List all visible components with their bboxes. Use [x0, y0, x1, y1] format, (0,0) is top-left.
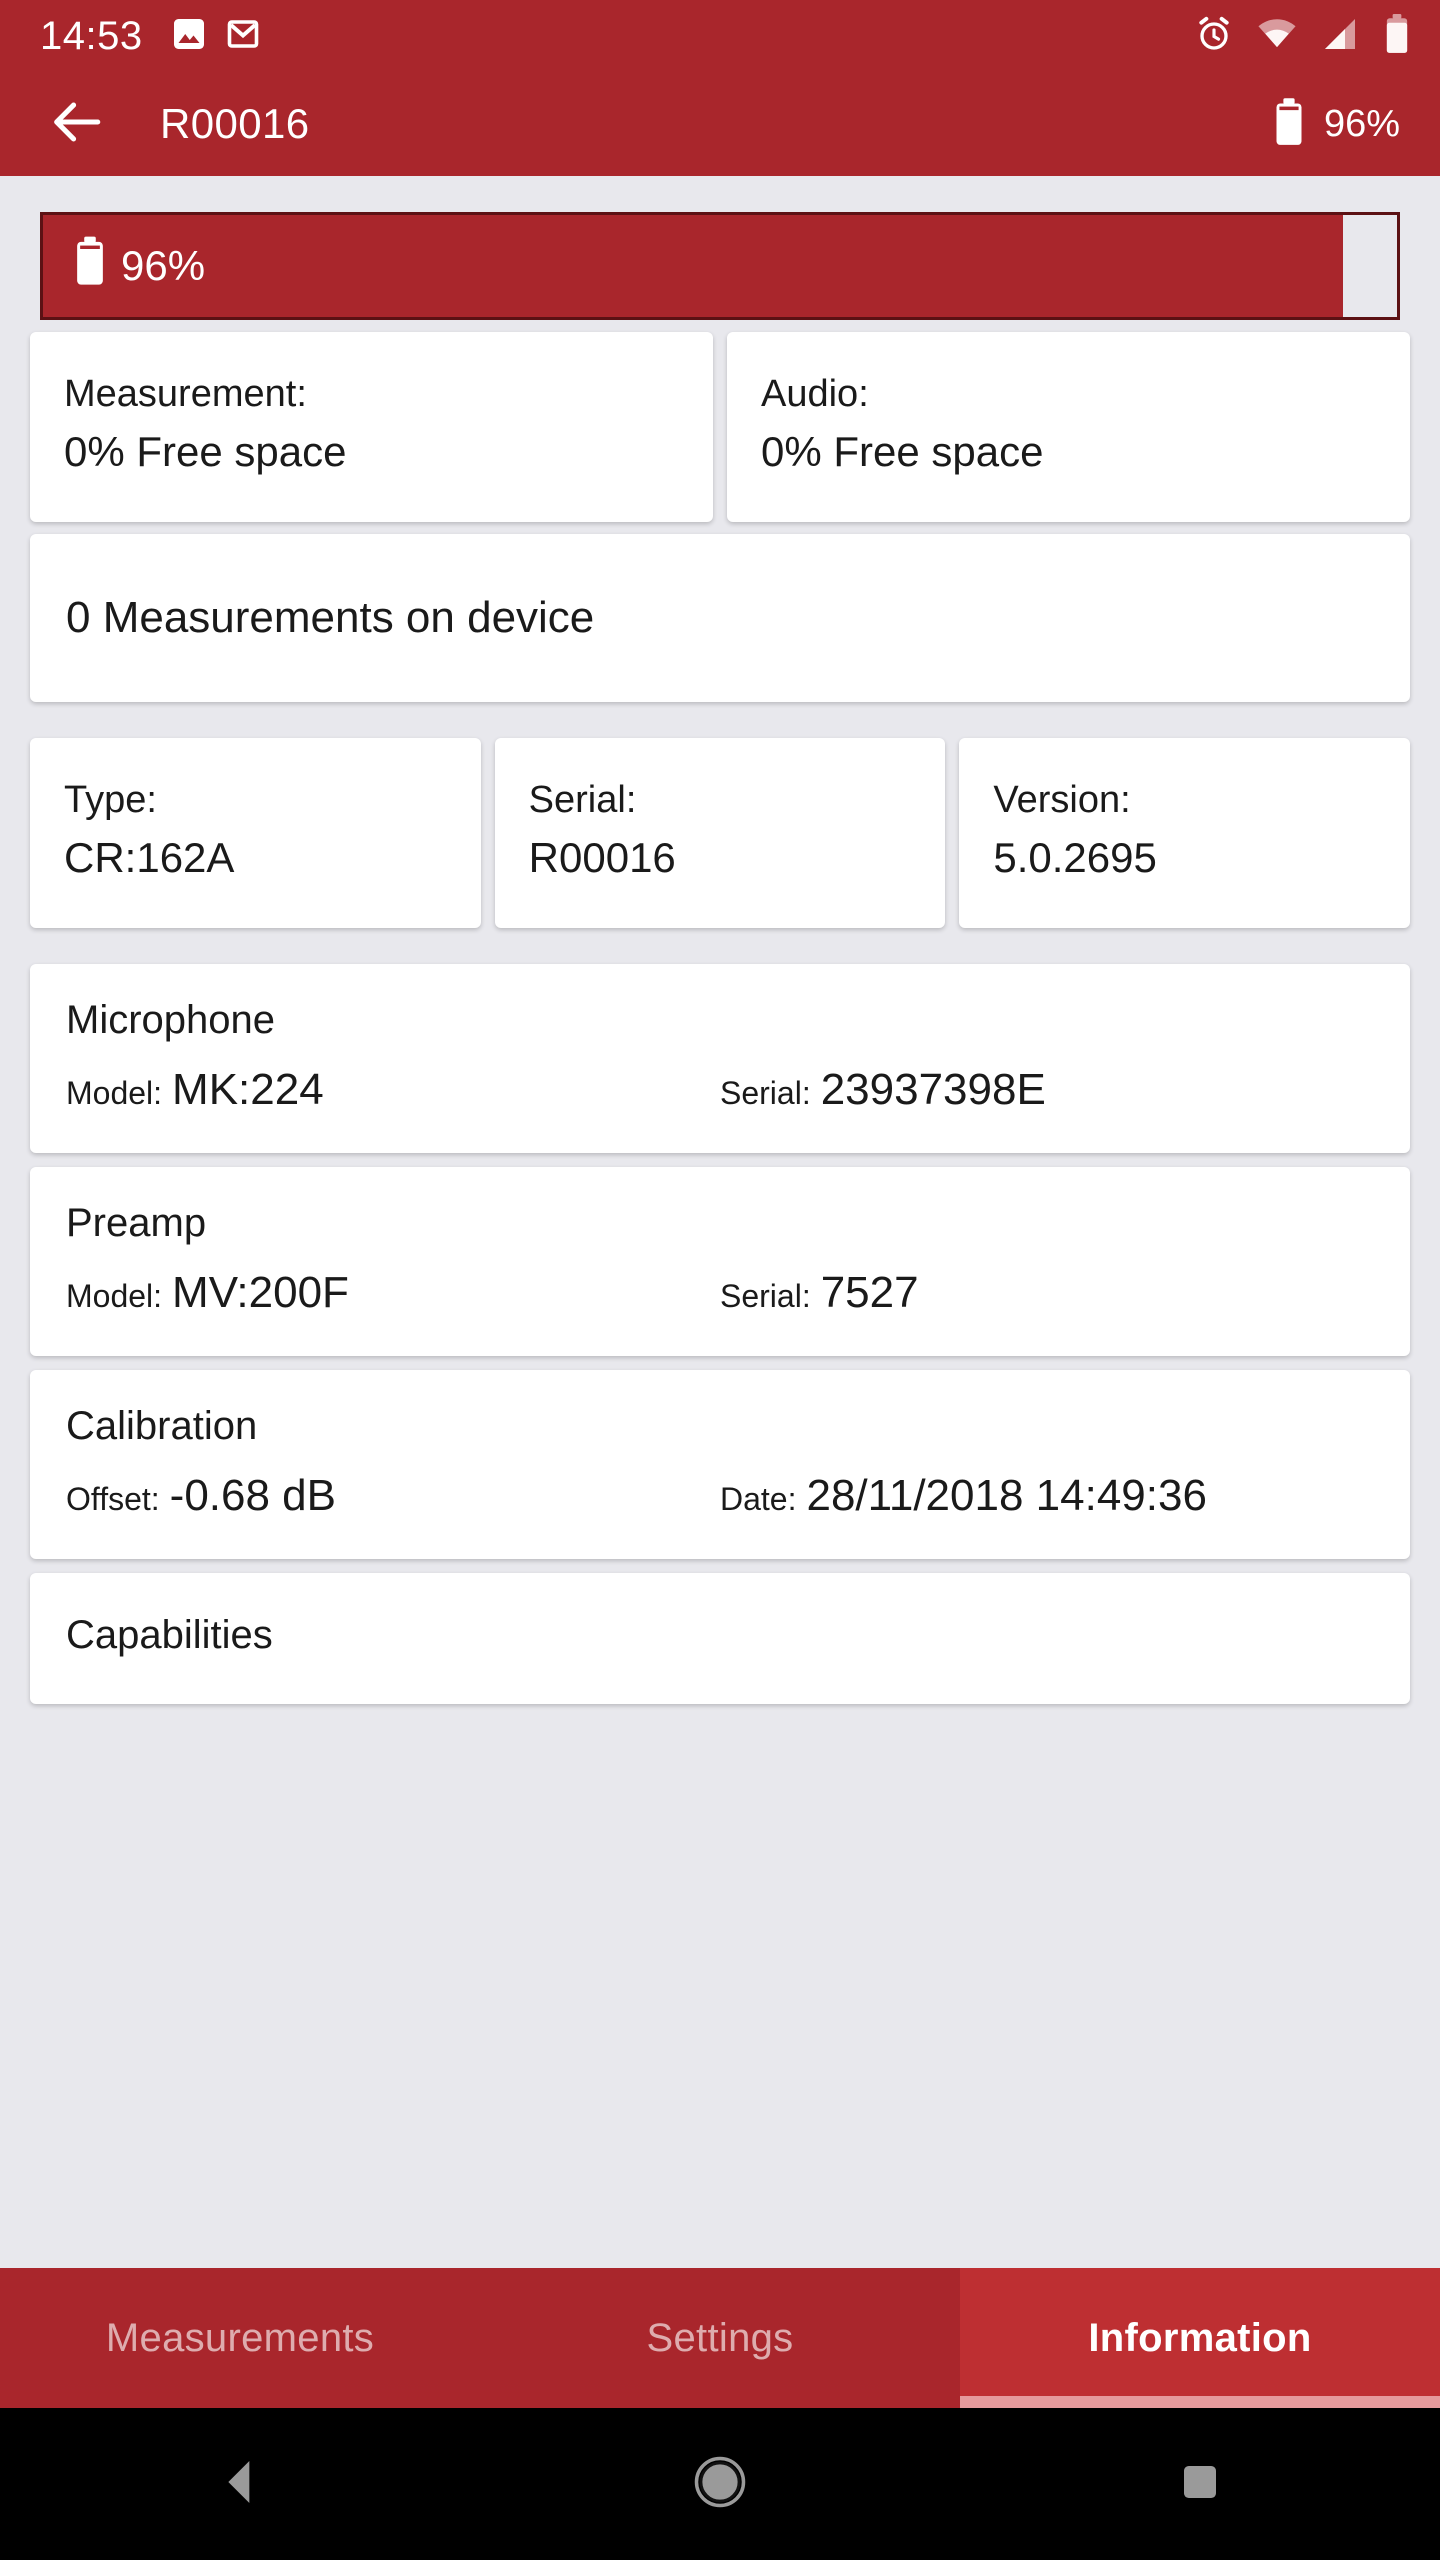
battery-percent-text: 96%	[121, 242, 206, 289]
device-serial-value: R00016	[528, 834, 676, 882]
calibration-offset-label: Offset:	[66, 1481, 160, 1517]
microphone-model-value: MK:224	[172, 1065, 324, 1114]
device-serial-card[interactable]: Serial: R00016	[494, 738, 946, 928]
content-scroll-area[interactable]: 96% Measurement: 0% Free space Audio: 0%…	[0, 176, 1440, 2268]
preamp-model-field: Model: MV:200F	[66, 1268, 720, 1318]
status-system-icons	[1194, 13, 1412, 60]
preamp-fields: Model: MV:200F Serial: 7527	[66, 1268, 1374, 1318]
back-button[interactable]	[44, 92, 108, 156]
measurements-on-device-card[interactable]: 0 Measurements on device	[30, 534, 1410, 702]
battery-icon	[1272, 97, 1306, 152]
device-type-value: CR:162A	[64, 834, 235, 882]
calibration-date-field: Date: 28/11/2018 14:49:36	[720, 1471, 1374, 1521]
status-clock: 14:53	[40, 14, 143, 58]
nav-recents-button[interactable]	[1125, 2409, 1275, 2559]
calibration-offset-field: Offset: -0.68 dB	[66, 1471, 720, 1521]
android-navigation-bar	[0, 2408, 1440, 2560]
measurement-storage-card[interactable]: Measurement: 0% Free space	[30, 332, 713, 522]
nav-home-icon	[690, 2452, 750, 2517]
back-arrow-icon	[47, 93, 105, 156]
preamp-model-label: Model:	[66, 1278, 163, 1314]
section-spacer-2	[22, 938, 1418, 964]
status-bar: 14:53	[0, 0, 1440, 72]
microphone-fields: Model: MK:224 Serial: 23937398E	[66, 1065, 1374, 1115]
nav-back-icon	[212, 2454, 268, 2515]
calibration-date-value: 28/11/2018 14:49:36	[806, 1471, 1207, 1520]
audio-storage-label: Audio:	[761, 373, 869, 415]
measurement-storage-value: 0% Free space	[64, 428, 347, 476]
battery-progress-label: 96%	[43, 215, 205, 317]
tab-information-label: Information	[1088, 2315, 1312, 2360]
app-bar-battery-status: 96%	[1272, 97, 1400, 152]
tab-measurements[interactable]: Measurements	[0, 2268, 480, 2408]
page-title: R00016	[160, 100, 310, 147]
tab-settings[interactable]: Settings	[480, 2268, 960, 2408]
device-version-label: Version:	[993, 779, 1131, 821]
nav-home-button[interactable]	[645, 2409, 795, 2559]
battery-progress-fill	[43, 215, 1343, 317]
app-bar-battery-percent: 96%	[1323, 102, 1400, 145]
calibration-card[interactable]: Calibration Offset: -0.68 dB Date: 28/11…	[30, 1370, 1410, 1559]
calibration-offset-value: -0.68 dB	[169, 1471, 337, 1520]
device-serial-label: Serial:	[528, 779, 637, 821]
nav-back-button[interactable]	[165, 2409, 315, 2559]
preamp-card[interactable]: Preamp Model: MV:200F Serial: 7527	[30, 1167, 1410, 1356]
tab-active-indicator	[960, 2396, 1440, 2408]
preamp-title: Preamp	[66, 1201, 207, 1245]
status-notification-icons	[171, 16, 261, 57]
calibration-date-label: Date:	[720, 1481, 797, 1517]
alarm-icon	[1194, 14, 1234, 59]
storage-row: Measurement: 0% Free space Audio: 0% Fre…	[30, 332, 1410, 522]
gmail-icon	[225, 16, 261, 57]
battery-progress-bar: 96%	[40, 212, 1400, 320]
capabilities-title: Capabilities	[66, 1613, 273, 1657]
device-version-value: 5.0.2695	[993, 834, 1157, 882]
tab-measurements-label: Measurements	[105, 2315, 375, 2360]
preamp-serial-label: Serial:	[720, 1278, 811, 1314]
microphone-card[interactable]: Microphone Model: MK:224 Serial: 2393739…	[30, 964, 1410, 1153]
battery-icon	[75, 235, 105, 297]
calibration-title: Calibration	[66, 1404, 258, 1448]
image-icon	[171, 16, 207, 57]
app-bar: R00016 96%	[0, 72, 1440, 176]
capabilities-card[interactable]: Capabilities	[30, 1573, 1410, 1704]
device-type-label: Type:	[64, 779, 157, 821]
battery-icon	[1382, 13, 1412, 60]
device-version-card[interactable]: Version: 5.0.2695	[959, 738, 1411, 928]
microphone-title: Microphone	[66, 998, 276, 1042]
measurements-on-device-text: 0 Measurements on device	[66, 593, 595, 642]
preamp-serial-field: Serial: 7527	[720, 1268, 1374, 1318]
cellular-signal-icon	[1320, 14, 1360, 59]
microphone-serial-value: 23937398E	[820, 1065, 1046, 1114]
tab-information[interactable]: Information	[960, 2268, 1440, 2408]
wifi-icon	[1256, 13, 1298, 60]
tab-settings-label: Settings	[646, 2315, 794, 2360]
device-type-card[interactable]: Type: CR:162A	[30, 738, 481, 928]
measurement-storage-label: Measurement:	[64, 373, 307, 415]
audio-storage-value: 0% Free space	[761, 428, 1044, 476]
audio-storage-card[interactable]: Audio: 0% Free space	[727, 332, 1410, 522]
phone-screen: 14:53 R00016 96% 96% Measurement: 0% Fre…	[0, 0, 1440, 2560]
microphone-model-label: Model:	[66, 1075, 163, 1111]
bottom-tab-bar: Measurements Settings Information	[0, 2268, 1440, 2408]
nav-recents-icon	[1176, 2458, 1224, 2511]
preamp-serial-value: 7527	[820, 1268, 919, 1317]
microphone-serial-field: Serial: 23937398E	[720, 1065, 1374, 1115]
preamp-model-value: MV:200F	[172, 1268, 349, 1317]
microphone-serial-label: Serial:	[720, 1075, 811, 1111]
microphone-model-field: Model: MK:224	[66, 1065, 720, 1115]
device-info-row: Type: CR:162A Serial: R00016 Version: 5.…	[30, 738, 1411, 928]
calibration-fields: Offset: -0.68 dB Date: 28/11/2018 14:49:…	[66, 1471, 1374, 1521]
